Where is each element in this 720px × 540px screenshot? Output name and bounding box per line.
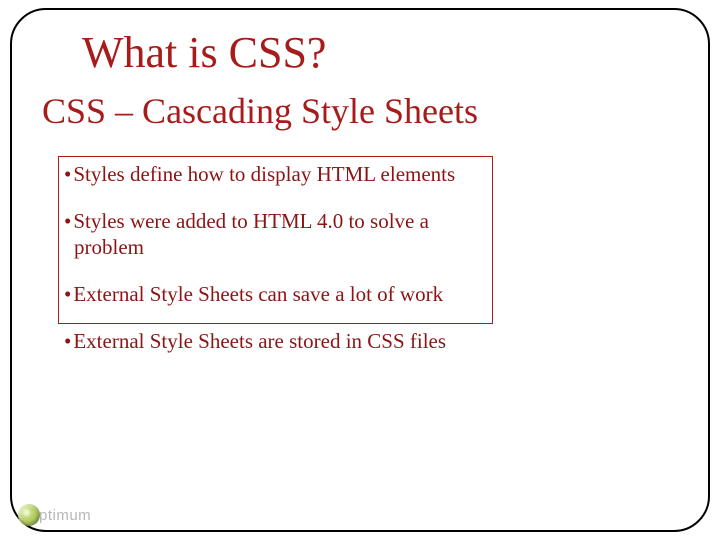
- list-item: Styles were added to HTML 4.0 to solve a…: [64, 209, 494, 259]
- bullet-list: Styles define how to display HTML elemen…: [64, 162, 494, 354]
- watermark: ptimum: [18, 504, 91, 526]
- slide-frame: What is CSS? CSS – Cascading Style Sheet…: [10, 8, 710, 532]
- list-item: External Style Sheets can save a lot of …: [64, 282, 494, 307]
- list-item: Styles define how to display HTML elemen…: [64, 162, 494, 187]
- logo-icon: [18, 504, 40, 526]
- list-item: External Style Sheets are stored in CSS …: [64, 329, 494, 354]
- watermark-text: ptimum: [39, 507, 91, 524]
- slide-title: What is CSS?: [82, 30, 342, 76]
- slide-subtitle: CSS – Cascading Style Sheets: [42, 90, 678, 132]
- content-area: Styles define how to display HTML elemen…: [64, 162, 678, 354]
